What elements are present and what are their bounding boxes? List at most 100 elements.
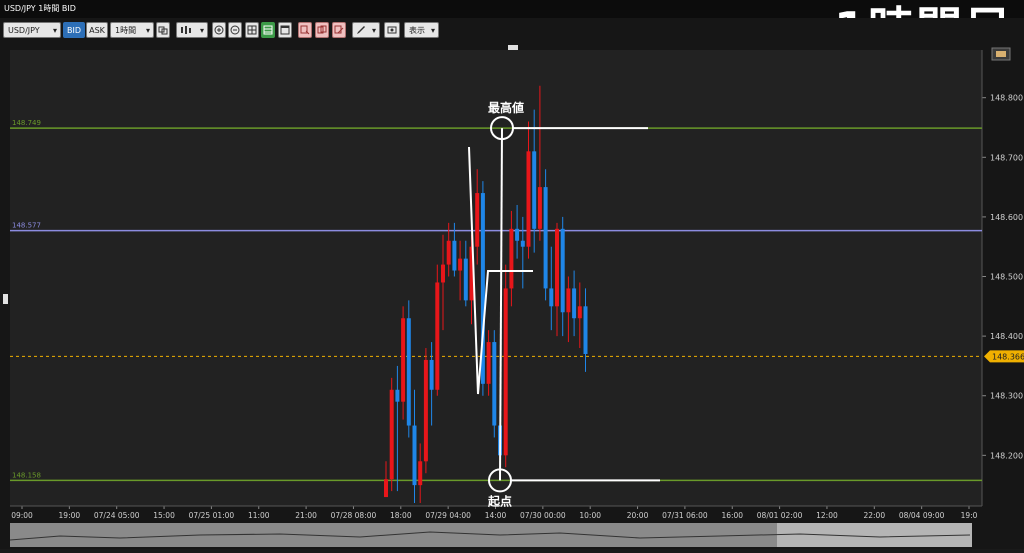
- x-tick-label: 07/24 05:00: [94, 511, 140, 520]
- candle-up: [537, 187, 542, 229]
- candle-down: [560, 228, 565, 313]
- candle-up: [577, 306, 582, 319]
- candle-down: [572, 288, 577, 319]
- toolbar: USD/JPY BID ASK 1時間 表示: [0, 18, 1024, 44]
- candle-up: [458, 258, 463, 271]
- candle-up: [526, 151, 531, 247]
- grid-button[interactable]: [245, 22, 259, 38]
- x-tick-label: 18:00: [390, 511, 412, 520]
- x-tick-label: 10:00: [579, 511, 601, 520]
- x-tick-label: 07/31 06:00: [662, 511, 708, 520]
- candle-down: [543, 187, 548, 289]
- zoom-out-button[interactable]: [228, 22, 242, 38]
- x-tick-label: 11:00: [248, 511, 270, 520]
- low-price-line-label: 148.158: [12, 471, 41, 479]
- screenshot-icon: [387, 26, 397, 34]
- current-price-label: 148.366: [992, 352, 1024, 361]
- candle-down: [549, 288, 554, 307]
- table-icon: [263, 25, 273, 35]
- y-tick-label: 148.400: [990, 332, 1023, 341]
- x-tick-label: 08/01 02:00: [757, 511, 803, 520]
- navigator-selection: [777, 523, 972, 547]
- candle-up: [503, 288, 508, 456]
- ask-button-label: ASK: [89, 26, 105, 35]
- screenshot-button[interactable]: [384, 22, 400, 38]
- window-icon: [280, 25, 290, 35]
- display-select[interactable]: 表示: [404, 22, 439, 39]
- grid-icon: [247, 25, 257, 35]
- timeframe-select[interactable]: 1時間: [110, 22, 154, 39]
- candle-down: [412, 425, 417, 486]
- x-tick-label: 08/04 09:00: [899, 511, 945, 520]
- y-tick-label: 148.600: [990, 213, 1023, 222]
- timeframe-select-label: 1時間: [115, 26, 137, 35]
- start-annotation-label: 起点: [487, 493, 512, 508]
- order-button-2[interactable]: [315, 22, 329, 38]
- ask-button[interactable]: ASK: [86, 22, 108, 38]
- link-window-button[interactable]: [156, 22, 170, 38]
- candle-up: [435, 282, 440, 390]
- candle-up: [389, 389, 394, 480]
- x-tick-label: 22:00: [863, 511, 885, 520]
- y-tick-label: 148.200: [990, 451, 1023, 460]
- display-select-label: 表示: [409, 26, 425, 35]
- symbol-select[interactable]: USD/JPY: [3, 22, 61, 39]
- candle-down: [463, 258, 468, 301]
- table-toggle-button[interactable]: [261, 22, 275, 38]
- zoom-in-button[interactable]: [212, 22, 226, 38]
- candle-down: [515, 228, 520, 241]
- collapse-handle: [508, 45, 518, 50]
- x-tick-label: 15:00: [153, 511, 175, 520]
- window-button[interactable]: [278, 22, 292, 38]
- mid-price-line-label: 148.577: [12, 222, 41, 230]
- x-tick-label: 07/28 08:00: [331, 511, 377, 520]
- edit-order-icon: [334, 25, 344, 34]
- corner-button-icon: [996, 51, 1006, 57]
- candle-down: [532, 151, 537, 229]
- chart-type-select[interactable]: [176, 22, 208, 39]
- candle-up: [486, 342, 491, 384]
- candle-up: [423, 359, 428, 462]
- candle-down: [395, 389, 400, 402]
- drawing-tool-select[interactable]: [352, 22, 380, 39]
- symbol-select-label: USD/JPY: [8, 26, 40, 35]
- x-tick-label: 19:00: [59, 511, 81, 520]
- copy-order-icon: [317, 25, 327, 34]
- candle-up: [566, 288, 571, 313]
- order-icon: [300, 25, 310, 35]
- candle-up: [509, 228, 514, 289]
- order-button-3[interactable]: [332, 22, 346, 38]
- x-tick-label: 19:0: [961, 511, 978, 520]
- candle-down: [452, 240, 457, 271]
- window-title: USD/JPY 1時間 BID: [4, 4, 76, 13]
- x-tick-label: 07/29 04:00: [425, 511, 471, 520]
- candle-up: [441, 264, 445, 283]
- candle-up: [384, 479, 388, 498]
- x-tick-label: 12:00: [816, 511, 838, 520]
- link-window-icon: [158, 26, 168, 35]
- x-tick-label: 07/30 00:00: [520, 511, 566, 520]
- bid-button-label: BID: [66, 26, 81, 35]
- chart-corner-button: [991, 47, 1011, 61]
- zoom-in-icon: [214, 25, 224, 35]
- zoom-out-icon: [230, 25, 240, 35]
- x-tick-label: 14:00: [485, 511, 507, 520]
- candle-down: [406, 318, 411, 426]
- order-button-1[interactable]: [298, 22, 312, 38]
- candle-up: [418, 461, 423, 486]
- y-tick-label: 148.700: [990, 153, 1023, 162]
- candle-up: [555, 228, 559, 307]
- candle-up: [475, 193, 480, 247]
- chart-area[interactable]: 148.200 148.300 148.400 148.500 148.600 148.7…: [0, 44, 1024, 549]
- candlestick-icon: [181, 26, 191, 34]
- x-tick-label: 16:00: [721, 511, 743, 520]
- bid-button[interactable]: BID: [63, 22, 85, 38]
- candle-down: [429, 359, 434, 390]
- x-tick-label: 20:00: [627, 511, 649, 520]
- high-price-line-label: 148.749: [12, 119, 41, 127]
- x-tick-label: 09:00: [11, 511, 33, 520]
- candlestick-chart[interactable]: 148.200 148.300 148.400 148.500 148.600 148.7…: [0, 44, 1024, 549]
- candle-up: [401, 318, 406, 402]
- side-handle: [3, 294, 8, 304]
- high-annotation-label: 最高値: [488, 100, 524, 115]
